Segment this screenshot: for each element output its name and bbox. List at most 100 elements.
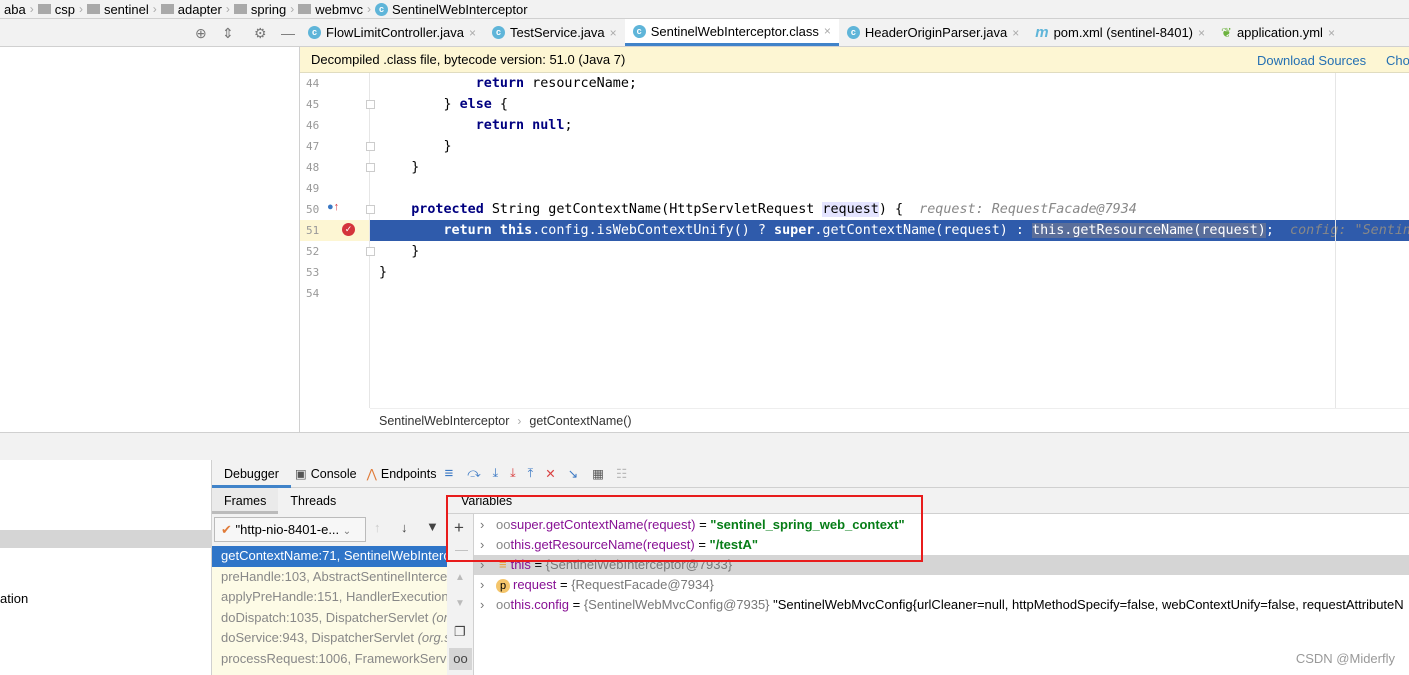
tab-pom[interactable]: m pom.xml (sentinel-8401) × (1027, 19, 1213, 46)
chevron-right-icon[interactable]: › (474, 595, 496, 615)
frame-item[interactable]: getContextName:71, SentinelWebIntercepto… (212, 546, 447, 567)
debugger-toolbar: Debugger ▣ Console ⋀ Endpoints ≡ ⤼ ⤓ ⤓ ⤒… (212, 460, 1409, 488)
frame-item[interactable]: preHandle:103, AbstractSentinelIntercept… (212, 567, 447, 588)
up-icon[interactable]: ▲ (455, 572, 465, 583)
right-margin (1335, 73, 1336, 408)
locate-icon[interactable]: ⊕ (195, 25, 207, 42)
collapse-icon[interactable]: ⇕ (222, 25, 234, 42)
breadcrumb-item[interactable]: aba (0, 2, 30, 17)
code-token: } (379, 265, 388, 280)
breadcrumb-item[interactable]: webmvc (294, 2, 367, 17)
breadcrumb-label: csp (54, 1, 75, 17)
evaluate-icon[interactable]: ▦ (592, 466, 604, 481)
selected-row[interactable] (0, 530, 212, 548)
tab-threads[interactable]: Threads (278, 488, 348, 514)
close-icon[interactable]: × (824, 24, 831, 38)
frame-item[interactable]: doDispatch:1035, DispatcherServlet (org.… (212, 608, 447, 629)
chevron-right-icon[interactable]: › (474, 575, 496, 595)
variable-row[interactable]: › oothis.config = {SentinelWebMvcConfig@7… (474, 595, 1409, 615)
tab-endpoints[interactable]: Endpoints (381, 467, 437, 481)
tab-label: FlowLimitController.java (326, 25, 464, 40)
equals: = (556, 577, 572, 592)
down-icon[interactable]: ▼ (455, 598, 465, 609)
code-editor[interactable]: return resourceName; } else { return nul… (370, 73, 1409, 408)
thread-selector[interactable]: ✔ "http-nio-8401-e... ⌄ (214, 517, 366, 542)
folder-icon (298, 4, 312, 14)
tab-console[interactable]: Console (311, 467, 357, 481)
minimize-icon[interactable]: — (281, 25, 295, 41)
close-icon[interactable]: × (469, 26, 476, 40)
class-icon: c (632, 24, 646, 38)
breadcrumb-item[interactable]: sentinel (83, 2, 153, 17)
tab-sentinelwebinterceptor[interactable]: c SentinelWebInterceptor.class × (624, 19, 839, 46)
splitter[interactable] (0, 432, 1409, 460)
step-out-icon[interactable]: ⤒ (528, 466, 534, 481)
override-icon[interactable]: ●↑ (327, 201, 339, 213)
breadcrumb-label: SentinelWebInterceptor (391, 1, 528, 17)
trace-icon[interactable]: ☷ (616, 466, 627, 481)
code-token: this.getResourceName(request) (1032, 223, 1266, 238)
tab-debugger[interactable]: Debugger (212, 460, 291, 488)
tab-testservice[interactable]: c TestService.java × (484, 19, 625, 46)
step-over-icon[interactable]: ⤓ (493, 466, 499, 481)
tab-frames[interactable]: Frames (212, 488, 279, 514)
breadcrumb-item[interactable]: c SentinelWebInterceptor (371, 2, 532, 17)
run-to-cursor-icon[interactable]: ↘ (568, 466, 578, 481)
watches-icon[interactable]: oo (449, 648, 472, 670)
code-line: } (370, 157, 1409, 178)
gear-icon[interactable]: ⚙ (254, 25, 267, 42)
code-line: } (370, 136, 1409, 157)
show-execution-point-icon[interactable]: ⤼ (467, 466, 480, 481)
class-icon: c (846, 26, 860, 39)
force-step-into-icon[interactable]: ⤓ (510, 466, 516, 481)
decompiled-banner: Decompiled .class file, bytecode version… (300, 47, 1409, 73)
line-number: 49 (306, 182, 320, 195)
copy-icon[interactable]: ❐ (454, 624, 466, 640)
variable-row[interactable]: › p request = {RequestFacade@7934} (474, 575, 1409, 595)
frame-item[interactable]: applyPreHandle:151, HandlerExecutionChai… (212, 587, 447, 608)
close-icon[interactable]: × (1328, 26, 1335, 40)
arrow-down-icon[interactable]: ↓ (401, 520, 408, 535)
frame-item[interactable]: processRequest:1006, FrameworkServlet (212, 649, 447, 670)
crumb-method[interactable]: getContextName() (529, 414, 631, 428)
breadcrumb-label: sentinel (103, 1, 149, 17)
tab-headeroriginparser[interactable]: c HeaderOriginParser.java × (839, 19, 1027, 46)
navigation-breadcrumb: aba › csp › sentinel › adapter › spring › webmvc › c… (0, 0, 1409, 19)
breakpoint-icon[interactable]: ✓ (342, 223, 355, 236)
breadcrumb-item[interactable]: csp (34, 2, 79, 17)
line-number: 53 (306, 266, 320, 279)
breadcrumb-label: aba (4, 1, 26, 17)
code-line: protected String getContextName(HttpServ… (370, 199, 1409, 220)
watermark: CSDN @Miderfly (1295, 651, 1395, 666)
drop-frame-icon[interactable]: ✕ (545, 466, 555, 481)
tab-application[interactable]: ❦ application.yml × (1213, 19, 1343, 46)
line-number: 51 (306, 224, 320, 237)
choose-sources-link[interactable]: Cho (1386, 53, 1409, 68)
tab-label: TestService.java (510, 25, 605, 40)
folder-icon (160, 4, 174, 14)
layout-icon[interactable]: ≡ (444, 465, 453, 482)
breadcrumb-item[interactable]: spring (230, 2, 290, 17)
left-tool-pane: ation (0, 460, 212, 675)
close-icon[interactable]: × (1012, 26, 1019, 40)
frame-method: doService:943, DispatcherServlet (221, 630, 414, 645)
close-icon[interactable]: × (610, 26, 617, 40)
breadcrumb-item[interactable]: adapter (157, 2, 226, 17)
code-token: } (379, 139, 452, 154)
download-sources-link[interactable]: Download Sources (1257, 53, 1366, 68)
frame-method: doDispatch:1035, DispatcherServlet (221, 609, 429, 625)
code-token: } (379, 244, 420, 259)
arrow-up-icon[interactable]: ↑ (374, 520, 381, 535)
highlight-box (446, 495, 923, 562)
variable-value: {RequestFacade@7934} (571, 577, 714, 592)
filter-icon[interactable]: ▼ (426, 519, 439, 534)
tab-flowlimitcontroller[interactable]: c FlowLimitController.java × (300, 19, 484, 46)
editor-breadcrumb: SentinelWebInterceptor › getContextName(… (370, 408, 1409, 432)
frame-item[interactable]: doService:943, DispatcherServlet (org.s (212, 628, 447, 649)
crumb-class[interactable]: SentinelWebInterceptor (379, 414, 509, 428)
frame-method: preHandle:103, AbstractSentinelIntercept… (221, 568, 447, 584)
code-token: request: RequestFacade@7934 (919, 202, 1137, 217)
close-icon[interactable]: × (1198, 26, 1205, 40)
